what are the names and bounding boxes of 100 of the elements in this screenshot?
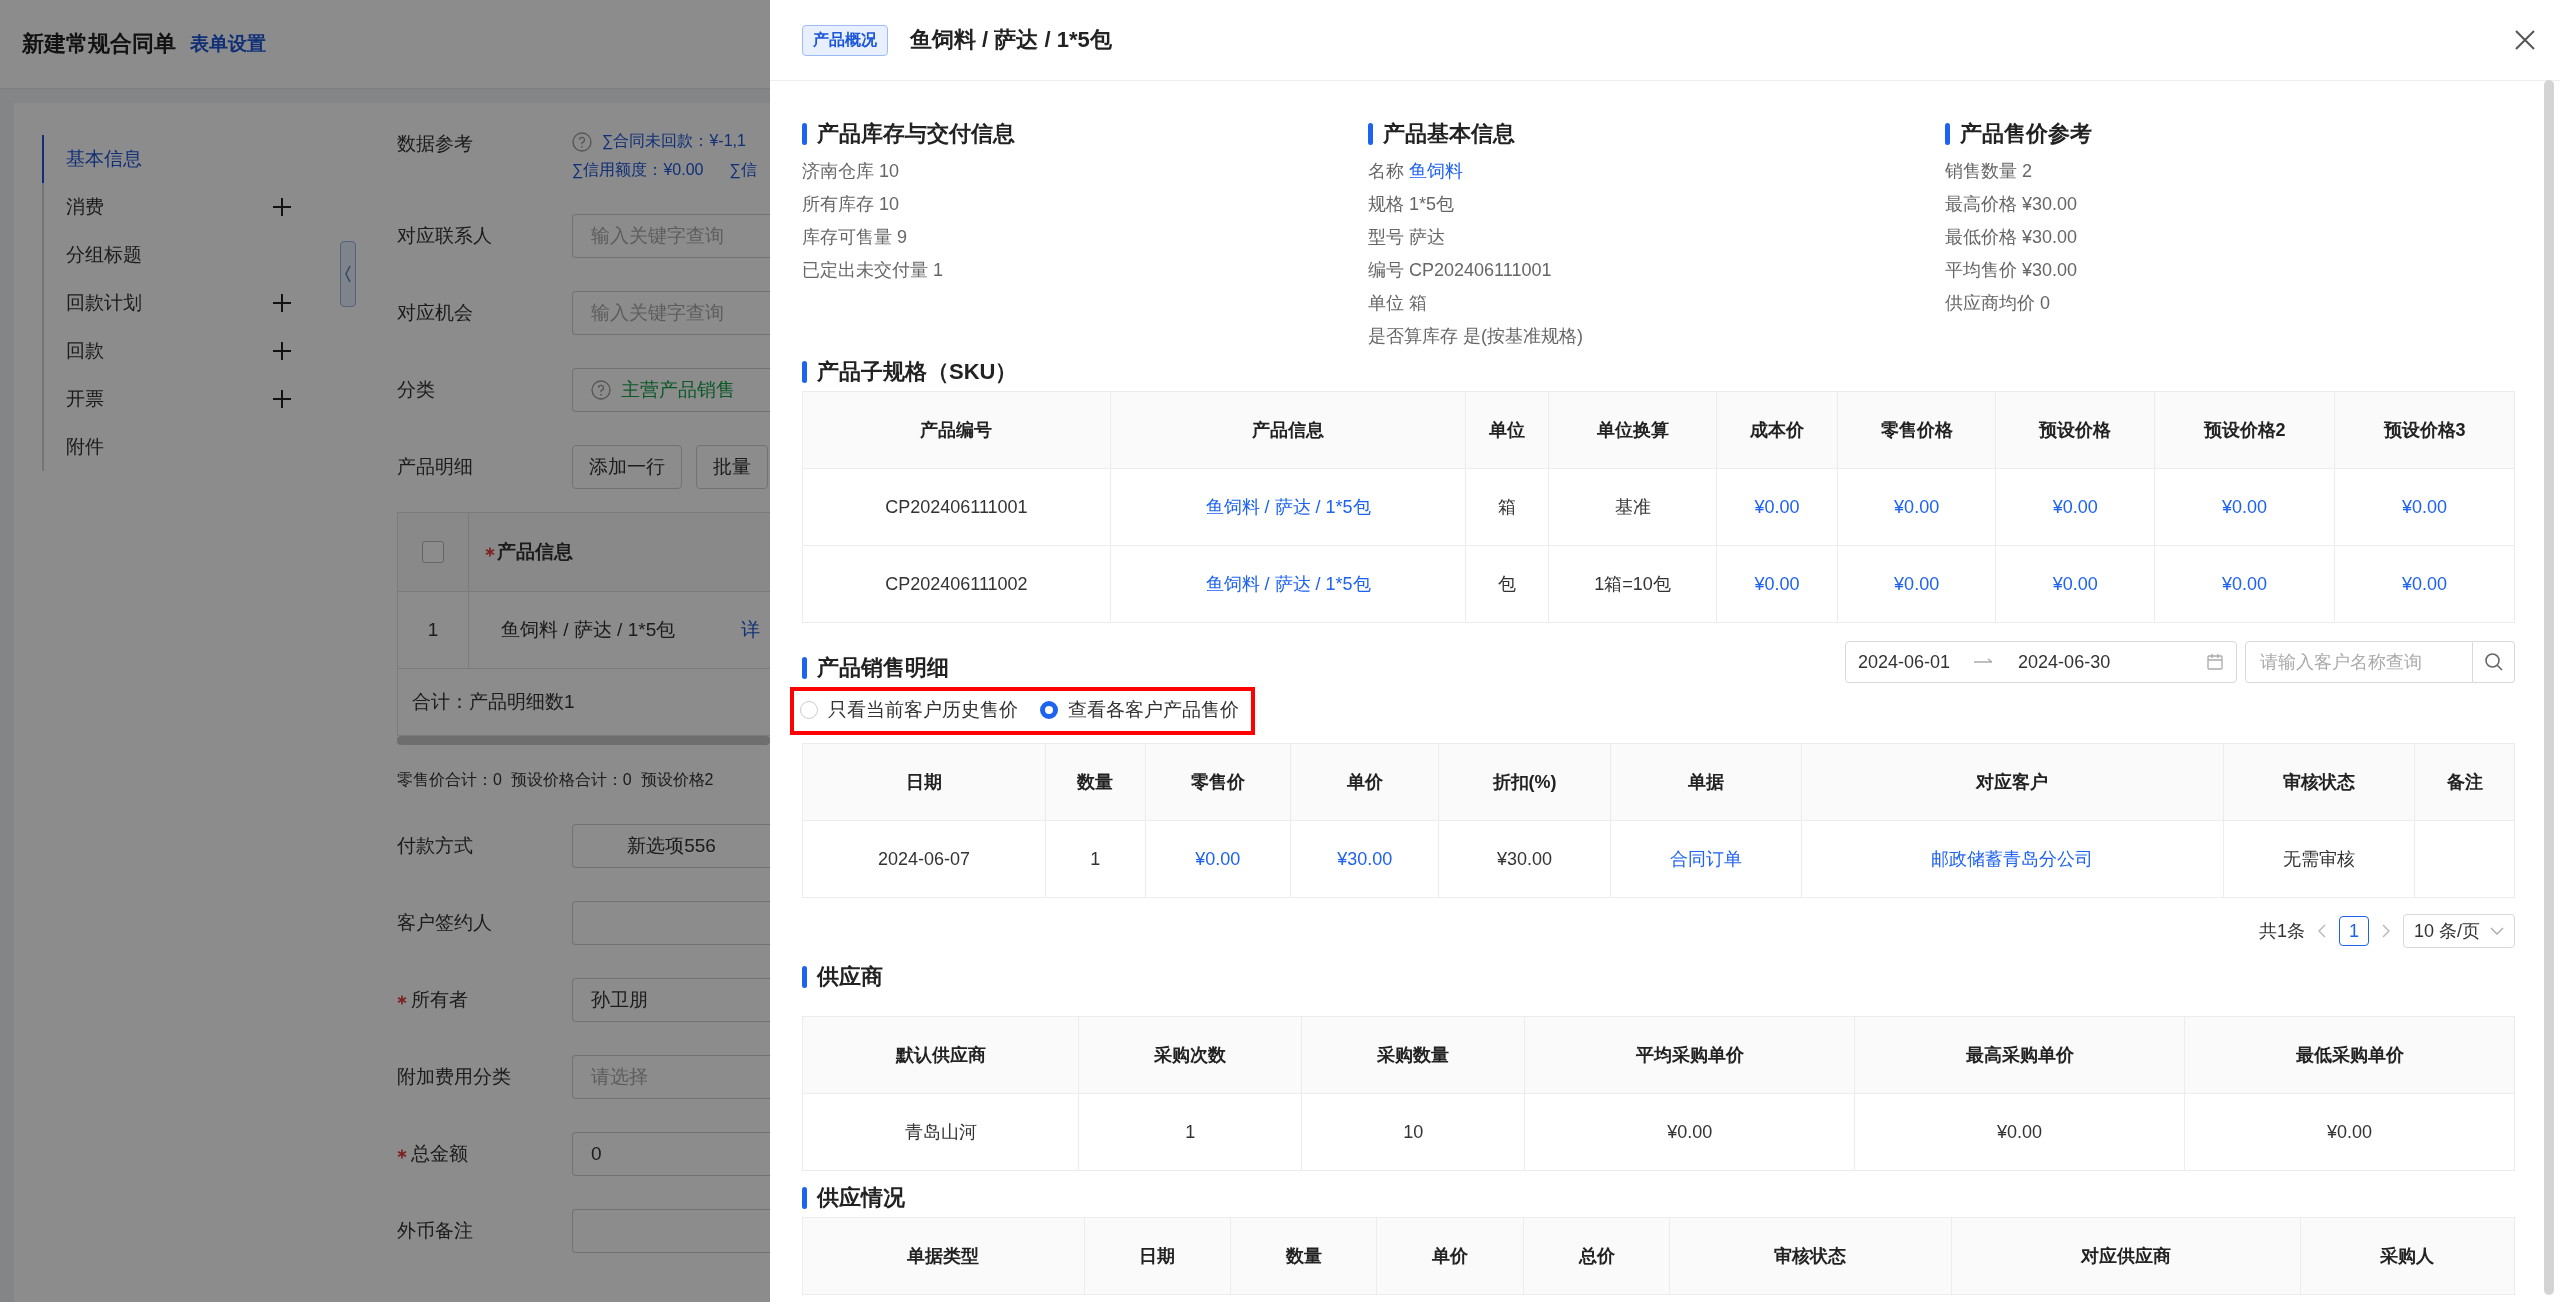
nav-item[interactable]: 回款 [42, 327, 352, 375]
info-item: 最高价格 ¥30.00 [1945, 193, 2079, 216]
info-item: 销售数量 2 [1945, 160, 2034, 183]
row-number: 1 [398, 592, 469, 668]
date-range-field[interactable]: 2024-06-01 2024-06-30 [1845, 641, 2237, 683]
info-item: 规格 1*5包 [1368, 193, 1456, 216]
table-cell: 箱 [1465, 468, 1549, 546]
section-marker [802, 657, 807, 679]
column-header: 最低采购单价 [2184, 1016, 2515, 1094]
plus-icon[interactable] [272, 341, 292, 361]
radio-option[interactable]: 只看当前客户历史售价 [800, 697, 1018, 723]
field-label: 付款方式 [397, 834, 474, 858]
info-item: 是否算库存 是(按基准规格) [1368, 325, 1584, 348]
table-cell: 无需审核 [2223, 820, 2415, 898]
column-header: 产品信息 [497, 540, 573, 564]
section-title: 产品子规格（SKU） [817, 358, 1018, 386]
table-link[interactable]: 合同订单 [1610, 820, 1802, 898]
table-cell: CP202406111001 [802, 468, 1111, 546]
detail-link[interactable]: 详 [741, 617, 770, 643]
table-link[interactable]: ¥0.00 [1996, 468, 2155, 546]
column-header: 单位换算 [1548, 391, 1717, 469]
column-header: 预设价格 [1996, 391, 2155, 469]
nav-item[interactable]: 消费 [42, 183, 352, 231]
nav-item[interactable]: 附件 [42, 423, 352, 471]
info-item: 型号 萨达 [1368, 226, 1446, 249]
table-cell: 基准 [1548, 468, 1717, 546]
table-link[interactable]: ¥0.00 [2334, 468, 2515, 546]
column-header: 零售价格 [1837, 391, 1996, 469]
action-button[interactable]: 添加一行 [572, 445, 682, 489]
info-item: 济南仓库 10 [802, 160, 901, 183]
column-header: 零售价 [1145, 743, 1291, 821]
section-title: 供应商 [817, 963, 883, 991]
table-link[interactable]: ¥0.00 [2154, 545, 2335, 623]
table-link[interactable]: ¥30.00 [1290, 820, 1439, 898]
table-link[interactable]: ¥0.00 [1145, 820, 1291, 898]
column-header: 平均采购单价 [1524, 1016, 1855, 1094]
input-field[interactable]: 孙卫朋 [572, 978, 770, 1022]
calendar-icon [2206, 653, 2224, 671]
page-button[interactable]: 1 [2338, 916, 2369, 946]
checkbox[interactable] [422, 541, 444, 563]
column-header: 产品信息 [1110, 391, 1466, 469]
info-item: 单位 箱 [1368, 292, 1428, 315]
input-field[interactable] [572, 1209, 770, 1253]
table-link[interactable]: ¥0.00 [1716, 468, 1838, 546]
column-header: 预设价格2 [2154, 391, 2335, 469]
column-header: 单位 [1465, 391, 1549, 469]
column-header: 单据 [1610, 743, 1802, 821]
table-link[interactable]: ¥0.00 [2334, 545, 2515, 623]
form-settings-link[interactable]: 表单设置 [190, 31, 266, 57]
column-header: 审核状态 [2223, 743, 2415, 821]
section-title: 供应情况 [817, 1184, 905, 1212]
table-cell: 1箱=10包 [1548, 545, 1717, 623]
column-header: 折扣(%) [1438, 743, 1611, 821]
required-icon [485, 547, 495, 557]
plus-icon[interactable] [272, 389, 292, 409]
column-header: 单据类型 [802, 1217, 1085, 1295]
table-link[interactable]: 鱼饲料 / 萨达 / 1*5包 [1110, 468, 1466, 546]
search-button[interactable] [2473, 641, 2515, 683]
radio-option[interactable]: 查看各客户产品售价 [1040, 697, 1239, 723]
column-header: 单价 [1290, 743, 1439, 821]
column-header: 数量 [1230, 1217, 1377, 1295]
total-count: 共1条 [2258, 920, 2305, 943]
table-link[interactable]: ¥0.00 [1837, 468, 1996, 546]
field-label: 外币备注 [397, 1219, 474, 1243]
collapse-handle[interactable] [340, 241, 356, 307]
column-header: 对应客户 [1801, 743, 2224, 821]
help-icon [572, 131, 592, 152]
plus-icon[interactable] [272, 293, 292, 313]
field-label: 客户签约人 [397, 911, 493, 935]
info-item: 平均售价 ¥30.00 [1945, 259, 2079, 282]
scrollbar[interactable] [2544, 80, 2554, 1295]
nav-item[interactable]: 基本信息 [42, 135, 352, 183]
chevron-down-icon [2490, 927, 2504, 935]
table-cell: 包 [1465, 545, 1549, 623]
scrollbar[interactable] [397, 736, 770, 745]
table-link[interactable]: ¥0.00 [1996, 545, 2155, 623]
section-marker [802, 966, 807, 988]
table-link[interactable]: 鱼饲料 / 萨达 / 1*5包 [1110, 545, 1466, 623]
nav-item[interactable]: 开票 [42, 375, 352, 423]
action-button[interactable]: 批量 [696, 445, 768, 489]
plus-icon[interactable] [272, 197, 292, 217]
page-title: 新建常规合同单 [22, 30, 176, 58]
table-link[interactable]: ¥0.00 [1837, 545, 1996, 623]
close-icon[interactable] [2514, 29, 2536, 51]
field-label: 附加费用分类 [397, 1065, 512, 1089]
chevron-left-icon[interactable] [2316, 923, 2327, 939]
table-link[interactable]: ¥0.00 [1716, 545, 1838, 623]
column-header: 采购次数 [1078, 1016, 1302, 1094]
section-title: 产品基本信息 [1383, 120, 1515, 148]
page-size-select[interactable]: 10 条/页 [2402, 914, 2515, 948]
table-link[interactable]: 邮政储蓄青岛分公司 [1801, 820, 2224, 898]
table-link[interactable]: ¥0.00 [2154, 468, 2335, 546]
column-header: 单价 [1376, 1217, 1524, 1295]
info-item: 库存可售量 9 [802, 226, 909, 249]
input-field[interactable]: 0 [572, 1132, 770, 1176]
radio-button[interactable] [1040, 701, 1058, 719]
input-field[interactable] [572, 901, 770, 945]
column-header: 对应供应商 [1951, 1217, 2301, 1295]
chevron-right-icon[interactable] [2380, 923, 2391, 939]
input-field[interactable]: 新选项556 [572, 824, 770, 868]
